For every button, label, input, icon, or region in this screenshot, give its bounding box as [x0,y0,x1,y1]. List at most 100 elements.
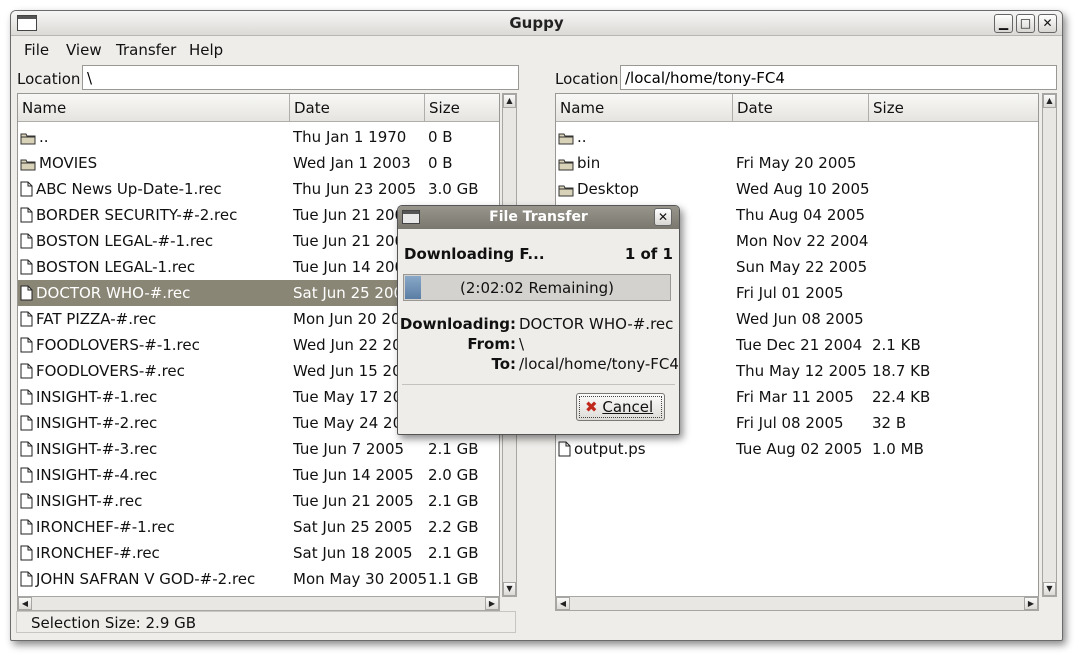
window-title: Guppy [509,14,564,32]
to-value: /local/home/tony-FC4 [519,355,679,373]
file-name-cell: BOSTON LEGAL-1.rec [20,258,287,279]
file-name: Desktop [577,180,639,198]
right-horizontal-scrollbar[interactable]: ◀ ▶ [555,596,1039,611]
left-col-size[interactable]: Size [425,94,499,122]
from-label: From: [467,335,516,353]
file-name-cell: IRONCHEF-#-1.rec [20,518,287,539]
dialog-title-bar[interactable]: File Transfer ✕ [398,206,679,229]
file-name: FOODLOVERS-#.rec [36,362,185,380]
scroll-right-arrow-icon[interactable]: ▶ [485,597,499,610]
table-row[interactable]: output.ps Tue Aug 02 2005 1.0 MB [556,436,1038,462]
folder-icon [558,157,574,175]
left-col-name[interactable]: Name [18,94,290,122]
progress-text: (2:02:02 Remaining) [460,279,614,297]
dialog-close-button[interactable]: ✕ [654,208,672,226]
file-name: bin [577,154,601,172]
downloading-label: Downloading: [399,315,516,333]
scroll-left-arrow-icon[interactable]: ◀ [556,597,570,610]
cancel-button[interactable]: ✖ Cancel [576,393,665,421]
title-bar[interactable]: Guppy ▁ □ ✕ [11,11,1062,36]
file-icon [20,233,33,253]
file-name-cell: DOCTOR WHO-#.rec [20,284,287,305]
file-date: Sun May 22 2005 [736,258,868,276]
right-col-name[interactable]: Name [556,94,733,122]
file-size: 32 B [872,414,907,432]
table-row[interactable]: IRONCHEF-#-1.rec Sat Jun 25 2005 2.2 GB [18,514,499,540]
file-date: Thu May 12 2005 [736,362,867,380]
file-name-cell: .. [20,128,287,149]
file-date: Sat Jun 18 2005 [293,544,413,562]
file-name: BORDER SECURITY-#-2.rec [36,206,238,224]
table-row[interactable]: MOVIES Wed Jan 1 2003 0 B [18,150,499,176]
file-icon [20,389,33,409]
left-col-date[interactable]: Date [290,94,425,122]
downloading-value: DOCTOR WHO-#.rec [519,315,674,333]
menu-transfer[interactable]: Transfer [116,41,176,59]
file-name: INSIGHT-#-4.rec [36,466,158,484]
file-name-cell: .. [558,128,730,149]
file-date: Tue Jun 14 2005 [293,466,414,484]
file-name-cell: BOSTON LEGAL-#-1.rec [20,232,287,253]
file-icon [558,441,571,461]
table-row[interactable]: .. [556,124,1038,150]
scroll-up-arrow-icon[interactable]: ▲ [1043,94,1056,108]
file-icon [20,441,33,461]
table-row[interactable]: bin Fri May 20 2005 [556,150,1038,176]
table-row[interactable]: INSIGHT-#-4.rec Tue Jun 14 2005 2.0 GB [18,462,499,488]
file-name-cell: bin [558,154,730,175]
file-icon [20,467,33,487]
scroll-down-arrow-icon[interactable]: ▼ [1043,582,1056,596]
transfer-progress-bar: (2:02:02 Remaining) [403,274,671,301]
file-date: Thu Aug 04 2005 [736,206,866,224]
status-bar: Selection Size: 2.9 GB [16,611,516,633]
right-location-input[interactable] [620,65,1057,90]
scroll-up-arrow-icon[interactable]: ▲ [503,94,516,108]
file-name-cell: INSIGHT-#.rec [20,492,287,513]
cancel-label: Cancel [602,398,654,416]
file-date: Wed Jan 1 2003 [293,154,411,172]
folder-icon [20,157,36,175]
file-name: DOCTOR WHO-#.rec [36,284,191,302]
left-location-input[interactable] [82,65,519,90]
file-name: INSIGHT-#-1.rec [36,388,158,406]
table-row[interactable]: INSIGHT-#.rec Tue Jun 21 2005 2.1 GB [18,488,499,514]
minimize-button[interactable]: ▁ [994,14,1013,33]
table-row[interactable]: JOHN SAFRAN V GOD-#-2.rec Mon May 30 2005… [18,566,499,592]
file-name: .. [577,128,587,146]
file-date: Tue Jun 14 2005 [293,258,414,276]
file-date: Mon Nov 22 2004 [736,232,869,250]
file-size: 1.0 MB [872,440,924,458]
file-icon [20,363,33,383]
left-horizontal-scrollbar[interactable]: ◀ ▶ [17,596,500,611]
file-size: 2.0 GB [428,466,479,484]
right-vertical-scrollbar[interactable]: ▲ ▼ [1042,93,1057,597]
menu-help[interactable]: Help [189,41,223,59]
file-size: 2.2 GB [428,518,479,536]
file-size: 2.1 GB [428,492,479,510]
file-size: 22.4 KB [872,388,931,406]
file-icon [20,545,33,565]
right-col-size[interactable]: Size [869,94,1038,122]
cancel-icon: ✖ [585,398,598,416]
right-col-date[interactable]: Date [733,94,869,122]
scroll-right-arrow-icon[interactable]: ▶ [1024,597,1038,610]
dialog-title: File Transfer [489,209,588,225]
file-name-cell: output.ps [558,440,730,461]
menu-file[interactable]: File [24,41,49,59]
file-icon [20,181,33,201]
right-location-label: Location: [555,70,624,88]
scroll-down-arrow-icon[interactable]: ▼ [503,582,516,596]
table-row[interactable]: ABC News Up-Date-1.rec Thu Jun 23 2005 3.0… [18,176,499,202]
scroll-left-arrow-icon[interactable]: ◀ [18,597,32,610]
file-name: .. [39,128,49,146]
file-size: 2.1 GB [428,440,479,458]
menu-view[interactable]: View [66,41,102,59]
table-row[interactable]: IRONCHEF-#.rec Sat Jun 18 2005 2.1 GB [18,540,499,566]
table-row[interactable]: Desktop Wed Aug 10 2005 [556,176,1038,202]
close-button[interactable]: ✕ [1038,14,1057,33]
file-name: FAT PIZZA-#.rec [36,310,157,328]
maximize-button[interactable]: □ [1016,14,1035,33]
table-row[interactable]: .. Thu Jan 1 1970 0 B [18,124,499,150]
table-row[interactable]: INSIGHT-#-3.rec Tue Jun 7 2005 2.1 GB [18,436,499,462]
file-size: 0 B [428,154,453,172]
